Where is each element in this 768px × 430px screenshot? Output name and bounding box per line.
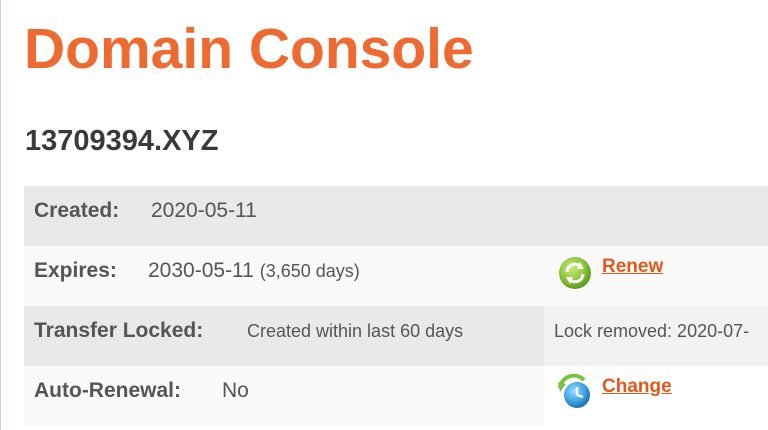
renew-action[interactable]: Renew (556, 254, 663, 290)
change-link[interactable]: Change (602, 374, 672, 400)
lock-removed-note: Lock removed: 2020-07- (554, 321, 750, 341)
renew-link[interactable]: Renew (602, 254, 663, 280)
transfer-locked-label: Transfer Locked: (34, 319, 204, 342)
expires-row: Expires: 2030-05-11 (3,650 days) Renew (24, 246, 768, 306)
transfer-locked-row: Transfer Locked: Created within last 60 … (24, 306, 768, 366)
auto-renewal-value: No (222, 379, 249, 402)
domain-console-page: Domain Console 13709394.XYZ Created: 202… (0, 0, 768, 430)
domain-name-heading: 13709394.XYZ (25, 125, 219, 157)
renew-icon (559, 257, 591, 289)
expires-label: Expires: (34, 259, 117, 282)
expires-value-group: 2030-05-11 (3,650 days) (148, 246, 360, 306)
page-title: Domain Console (24, 17, 474, 81)
expires-date: 2030-05-11 (148, 259, 254, 282)
clock-change-icon (558, 374, 590, 408)
expires-days-remaining: (3,650 days) (259, 261, 360, 281)
created-value: 2020-05-11 (151, 199, 257, 222)
auto-renewal-label: Auto-Renewal: (34, 379, 181, 402)
created-row: Created: 2020-05-11 (24, 186, 768, 246)
transfer-locked-value: Created within last 60 days (247, 321, 464, 341)
auto-renewal-row: Auto-Renewal: No Change (24, 366, 768, 426)
change-action[interactable]: Change (556, 374, 672, 410)
created-label: Created: (34, 199, 120, 222)
domain-details-table: Created: 2020-05-11 Expires: 2030-05-11 … (24, 186, 768, 426)
